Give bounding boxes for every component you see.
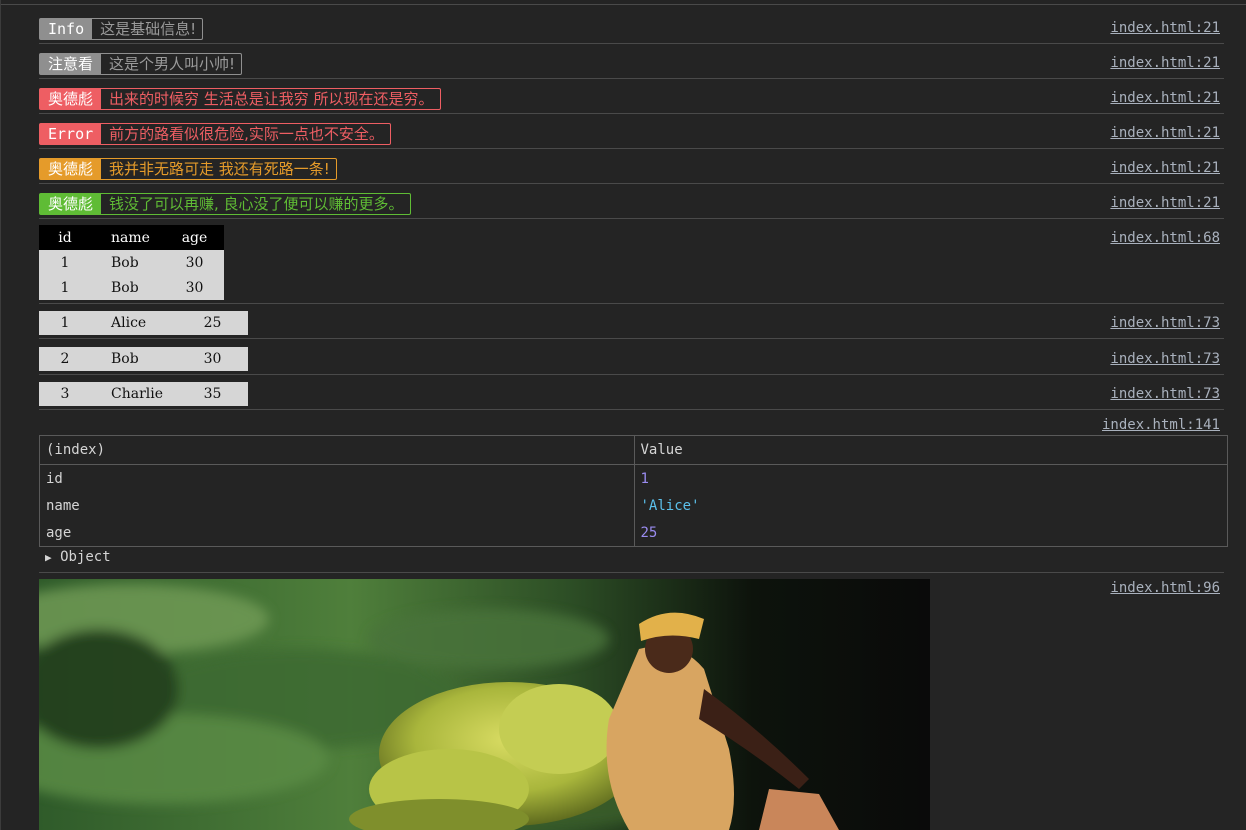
message-badge: 注意看 这是个男人叫小帅!	[39, 53, 243, 75]
console-message: 注意看 这是个男人叫小帅! index.html:21	[39, 44, 1224, 79]
row-divider	[39, 572, 1224, 573]
banana-bicycle-photo	[39, 579, 930, 830]
table-cell: Bob	[111, 351, 139, 367]
table-cell: Charlie	[111, 386, 164, 402]
table-cell: 30	[185, 279, 204, 296]
table-cell: 30	[203, 351, 222, 367]
row-table-log: 1 Alice 25 index.html:73	[39, 304, 1224, 339]
badge-label: Error	[40, 124, 102, 144]
message-badge: 奥德彪 出来的时候穷 生活总是让我穷 所以现在还是穷。	[39, 88, 441, 110]
photo-illustration	[39, 579, 930, 830]
message-badge: 奥德彪 钱没了可以再赚, 良心没了便可以赚的更多。	[39, 193, 411, 215]
console-top-border	[0, 4, 1246, 5]
badge-label: 注意看	[40, 54, 102, 74]
source-link[interactable]: index.html:21	[1110, 160, 1220, 176]
console-message: 奥德彪 钱没了可以再赚, 良心没了便可以赚的更多。 index.html:21	[39, 184, 1224, 219]
row-value: 25	[633, 519, 1228, 546]
table-row: 3 Charlie 35	[39, 382, 248, 406]
table-row: 2 Bob 30	[39, 347, 248, 371]
object-toggle[interactable]: ▶ Object	[45, 549, 111, 565]
badge-label: 奥德彪	[40, 159, 102, 179]
badge-label: 奥德彪	[40, 194, 102, 214]
object-label: Object	[60, 549, 111, 565]
source-link[interactable]: index.html:73	[1110, 351, 1220, 367]
badge-text: 这是个男人叫小帅!	[109, 55, 236, 73]
badge-text: 我并非无路可走 我还有死路一条!	[109, 160, 330, 178]
table-cell: Alice	[111, 315, 147, 331]
row-key: id	[46, 470, 63, 487]
styled-table: id name age 1 Bob 30 1 Bob 30	[39, 225, 224, 300]
row-key: name	[46, 497, 80, 514]
message-badge: 奥德彪 我并非无路可走 我还有死路一条!	[39, 158, 337, 180]
source-link[interactable]: index.html:21	[1110, 90, 1220, 106]
source-link[interactable]: index.html:68	[1110, 230, 1220, 246]
table-row: age 25	[40, 519, 1227, 546]
row-value: 'Alice'	[633, 492, 1228, 519]
row-value: 1	[633, 465, 1228, 492]
table-header: (index) Value	[40, 436, 1227, 465]
source-link[interactable]: index.html:21	[1110, 55, 1220, 71]
badge-text: 前方的路看似很危险,实际一点也不安全。	[109, 125, 384, 143]
badge-label: Info	[40, 19, 93, 39]
table-cell: 1	[60, 254, 70, 271]
table-cell: Bob	[111, 254, 139, 271]
header-cell-value[interactable]: Value	[633, 436, 1228, 464]
table-row: 1 Bob 30	[39, 275, 224, 300]
table-cell: 3	[60, 386, 70, 402]
source-link[interactable]: index.html:21	[1110, 195, 1220, 211]
source-link[interactable]: index.html:73	[1110, 315, 1220, 331]
console-left-border	[0, 0, 1, 830]
styled-table-log: id name age 1 Bob 30 1 Bob 30 index.html…	[39, 219, 1224, 304]
row-table-log: 3 Charlie 35 index.html:73	[39, 375, 1224, 410]
header-cell: id	[58, 229, 72, 246]
badge-text: 钱没了可以再赚, 良心没了便可以赚的更多。	[109, 195, 404, 213]
console-message: Error 前方的路看似很危险,实际一点也不安全。 index.html:21	[39, 114, 1224, 149]
source-link[interactable]: index.html:21	[1110, 20, 1220, 36]
table-row: 1 Bob 30	[39, 250, 224, 275]
table-row: 1 Alice 25	[39, 311, 248, 335]
console-message: 奥德彪 出来的时候穷 生活总是让我穷 所以现在还是穷。 index.html:2…	[39, 79, 1224, 114]
badge-text: 这是基础信息!	[100, 20, 197, 38]
table-cell: 1	[60, 279, 70, 296]
badge-text: 出来的时候穷 生活总是让我穷 所以现在还是穷。	[109, 90, 434, 108]
table-cell: 30	[185, 254, 204, 271]
source-link[interactable]: index.html:141	[1102, 417, 1220, 433]
message-badge: Error 前方的路看似很危险,实际一点也不安全。	[39, 123, 391, 145]
table-cell: 25	[203, 315, 222, 331]
table-row: id 1	[40, 465, 1227, 492]
table-cell: 2	[60, 351, 70, 367]
row-key: age	[46, 524, 72, 541]
header-cell: name	[111, 229, 150, 246]
header-cell-index[interactable]: (index)	[40, 442, 634, 458]
table-header: id name age	[39, 225, 224, 250]
row-table-log: 2 Bob 30 index.html:73	[39, 340, 1224, 375]
source-link[interactable]: index.html:21	[1110, 125, 1220, 141]
table-cell: 35	[203, 386, 222, 402]
table-cell: Bob	[111, 279, 139, 296]
source-link[interactable]: index.html:73	[1110, 386, 1220, 402]
expand-triangle-icon: ▶	[45, 551, 52, 564]
badge-label: 奥德彪	[40, 89, 102, 109]
console-message: Info 这是基础信息! index.html:21	[39, 9, 1224, 44]
source-link[interactable]: index.html:96	[1110, 580, 1220, 596]
message-badge: Info 这是基础信息!	[39, 18, 204, 40]
header-cell: age	[181, 229, 208, 246]
table-row: name 'Alice'	[40, 492, 1227, 519]
console-table: (index) Value id 1 name 'Alice' age 25	[39, 435, 1228, 547]
table-cell: 1	[60, 315, 70, 331]
console-message: 奥德彪 我并非无路可走 我还有死路一条! index.html:21	[39, 149, 1224, 184]
